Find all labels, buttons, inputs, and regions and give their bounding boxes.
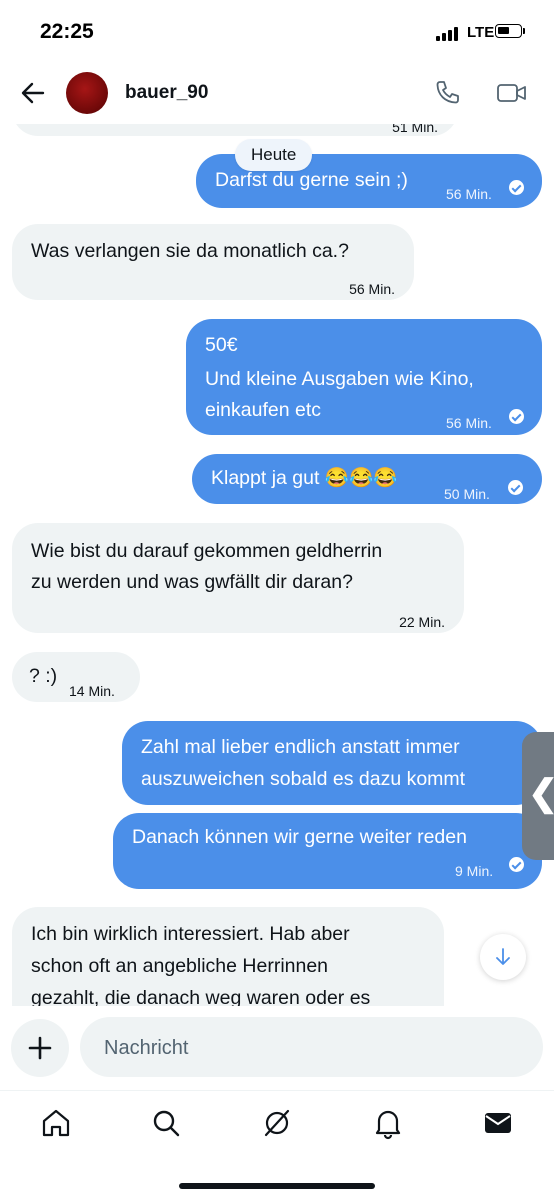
grok-icon[interactable]: [257, 1103, 297, 1143]
read-check-icon: [509, 409, 524, 424]
username[interactable]: bauer_90: [125, 82, 208, 104]
network-label: LTE: [467, 24, 495, 41]
message-bubble-outgoing[interactable]: 50€ Und kleine Ausgaben wie Kino, einkau…: [186, 319, 542, 435]
message-time: 56 Min.: [446, 186, 492, 202]
message-bubble-outgoing[interactable]: Zahl mal lieber endlich anstatt immer au…: [122, 721, 542, 805]
message-time: 56 Min.: [446, 415, 492, 431]
message-compose-box[interactable]: [80, 1017, 543, 1079]
plus-icon: [28, 1036, 52, 1060]
message-time: 56 Min.: [349, 281, 395, 297]
signal-icon: [436, 27, 462, 41]
message-text: einkaufen etc: [205, 399, 322, 421]
message-text: 50€: [205, 334, 238, 356]
message-bubble-outgoing[interactable]: Danach können wir gerne weiter reden 9 M…: [113, 813, 542, 889]
message-text: zu werden und was gwfällt dir daran?: [31, 571, 353, 593]
messages-icon[interactable]: [478, 1103, 518, 1143]
avatar[interactable]: [66, 72, 108, 114]
message-bubble-incoming[interactable]: Wie bist du darauf gekommen geldherrin z…: [12, 523, 464, 633]
message-text: Was verlangen sie da monatlich ca.?: [31, 240, 349, 262]
message-time: 9 Min.: [455, 863, 494, 879]
message-time: 22 Min.: [399, 614, 445, 630]
message-bubble-incoming[interactable]: Ich bin wirklich interessiert. Hab aber …: [12, 907, 444, 1006]
read-check-icon: [508, 480, 523, 495]
arrow-down-icon: [496, 948, 510, 965]
side-panel-handle[interactable]: ❮: [522, 732, 554, 860]
message-text: auszuweichen sobald es dazu kommt: [141, 768, 466, 790]
message-text: schon oft an angebliche Herrinnen: [31, 955, 329, 977]
message-bubble-incoming[interactable]: ? :) 14 Min.: [12, 652, 140, 702]
message-text: Danach können wir gerne weiter reden: [132, 826, 467, 848]
message-list[interactable]: 51 Min. Darfst du gerne sein ;) 56 Min. …: [0, 120, 554, 1006]
notifications-icon[interactable]: [368, 1103, 408, 1143]
battery-cap: [523, 28, 525, 34]
message-text: Und kleine Ausgaben wie Kino,: [205, 368, 474, 390]
video-call-icon[interactable]: [496, 78, 528, 108]
message-text: Zahl mal lieber endlich anstatt immer: [141, 736, 460, 758]
message-text: Wie bist du darauf gekommen geldherrin: [31, 540, 383, 562]
chat-header: bauer_90: [0, 64, 554, 124]
message-bubble-outgoing[interactable]: Klappt ja gut 😂😂😂 50 Min.: [192, 454, 542, 504]
message-time: 14 Min.: [69, 683, 115, 699]
status-time: 22:25: [40, 20, 94, 43]
message-bubble-incoming[interactable]: Was verlangen sie da monatlich ca.? 56 M…: [12, 224, 414, 300]
back-arrow-icon[interactable]: [18, 78, 48, 108]
add-attachment-button[interactable]: [11, 1019, 69, 1077]
date-divider: Heute: [235, 139, 313, 171]
message-input[interactable]: [102, 1017, 526, 1079]
phone-icon[interactable]: [432, 78, 462, 108]
home-indicator: [179, 1183, 375, 1189]
battery-icon: [495, 24, 522, 38]
chevron-left-icon: ❮: [528, 772, 554, 814]
message-text: Klappt ja gut 😂😂😂: [211, 467, 398, 489]
message-text: Ich bin wirklich interessiert. Hab aber: [31, 923, 350, 945]
read-check-icon: [509, 857, 524, 872]
read-check-icon: [509, 180, 524, 195]
message-text: gezahlt, die danach weg waren oder es: [31, 987, 371, 1006]
home-icon[interactable]: [36, 1103, 76, 1143]
scroll-down-button[interactable]: [480, 934, 526, 980]
message-time: 50 Min.: [444, 486, 490, 502]
message-text: ? :): [29, 665, 58, 687]
search-icon[interactable]: [146, 1103, 186, 1143]
